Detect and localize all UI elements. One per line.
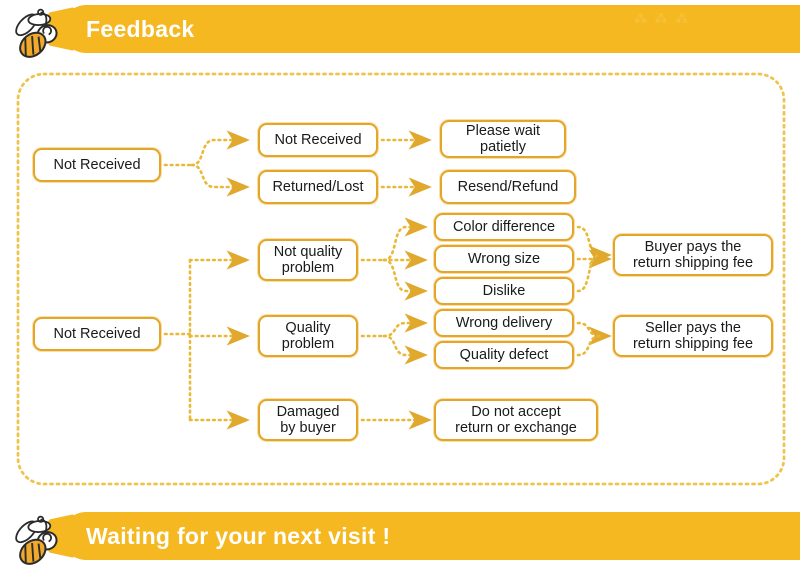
bee-icon [15,8,58,58]
flowchart-connectors [16,72,786,486]
node-color-difference[interactable]: Color difference [434,213,574,241]
page-title: Feedback [86,16,195,42]
footer-title: Waiting for your next visit ! [86,523,391,549]
node-resend-refund[interactable]: Resend/Refund [440,170,576,204]
node-quality-defect[interactable]: Quality defect [434,341,574,369]
node-wrong-delivery[interactable]: Wrong delivery [434,309,574,337]
node-please-wait[interactable]: Please wait patietly [440,120,566,158]
node-seller-pays-return-shipping-fee[interactable]: Seller pays the return shipping fee [613,315,773,357]
header-banner: ⁂ ⁂ ⁂ Feedback [0,5,800,58]
bee-icon [15,515,58,565]
node-quality-problem[interactable]: Quality problem [258,315,358,357]
node-not-received-second[interactable]: Not Received [33,317,161,351]
node-buyer-pays-return-shipping-fee[interactable]: Buyer pays the return shipping fee [613,234,773,276]
node-do-not-accept-return-or-exchange[interactable]: Do not accept return or exchange [434,399,598,441]
node-not-received-root[interactable]: Not Received [33,148,161,182]
flowchart: Not Received Not Received Returned/Lost … [0,58,800,500]
node-not-received-branch[interactable]: Not Received [258,123,378,157]
footer-banner: Waiting for your next visit ! [0,512,800,565]
node-dislike[interactable]: Dislike [434,277,574,305]
node-damaged-by-buyer[interactable]: Damaged by buyer [258,399,358,441]
node-not-quality-problem[interactable]: Not quality problem [258,239,358,281]
node-wrong-size[interactable]: Wrong size [434,245,574,273]
node-returned-lost[interactable]: Returned/Lost [258,170,378,204]
